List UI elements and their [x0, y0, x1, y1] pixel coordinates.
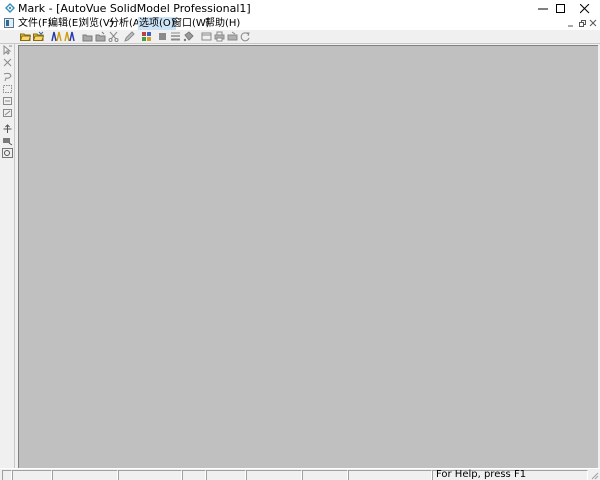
save-as-icon[interactable] [95, 31, 106, 42]
close-icon [580, 4, 590, 14]
main-toolbar [0, 30, 600, 44]
child-restore-icon[interactable] [578, 19, 587, 28]
child-minimize-icon[interactable] [567, 19, 576, 28]
drawing-canvas[interactable] [18, 45, 598, 468]
status-pane [12, 470, 52, 480]
select-arrow-alt-icon[interactable] [2, 45, 13, 55]
cut-icon[interactable] [108, 31, 119, 42]
line-style-icon[interactable] [170, 31, 181, 42]
crosshair-icon[interactable] [2, 124, 13, 134]
mark-icon[interactable] [51, 31, 62, 42]
zoom-window-icon[interactable] [2, 148, 13, 158]
menu-bar: 文件(F) 编辑(E) 浏览(V) 分析(A) 选项(O) 窗口(W) 帮助(H… [0, 17, 600, 30]
status-bar: For Help, press F1 [0, 468, 600, 480]
frame-icon[interactable] [201, 31, 212, 42]
open-folder-icon[interactable] [20, 31, 31, 42]
resize-grip-icon[interactable] [589, 470, 599, 480]
box-select-2-icon[interactable] [2, 108, 13, 118]
status-pane [182, 470, 206, 480]
box-select-icon[interactable] [2, 84, 13, 94]
child-close-icon[interactable] [589, 19, 598, 28]
left-toolbar [0, 30, 15, 468]
status-pane [2, 470, 12, 480]
status-pane [206, 470, 246, 480]
close-button[interactable] [570, 0, 600, 17]
box-select-alt-icon[interactable] [2, 96, 13, 106]
status-pane [52, 470, 118, 480]
maximize-icon [556, 4, 565, 13]
open-folder-alt-icon[interactable] [33, 31, 44, 42]
status-help-text: For Help, press F1 [436, 469, 527, 480]
zoom-icon[interactable] [2, 136, 13, 146]
title-bar[interactable]: Mark - [AutoVue SolidModel Professional1… [0, 0, 600, 17]
color-grid-icon[interactable] [141, 31, 152, 42]
bucket-icon[interactable] [183, 31, 194, 42]
rotate-icon[interactable] [240, 31, 251, 42]
select-cross-icon[interactable] [2, 57, 13, 67]
menu-help[interactable]: 帮助(H) [204, 17, 241, 30]
status-pane [302, 470, 348, 480]
mark-alt-icon[interactable] [64, 31, 75, 42]
status-pane [348, 470, 432, 480]
stamp-icon[interactable] [227, 31, 238, 42]
status-pane [246, 470, 302, 480]
app-logo-icon [5, 3, 15, 13]
fill-icon[interactable] [157, 31, 168, 42]
status-pane [118, 470, 182, 480]
print-icon[interactable] [214, 31, 225, 42]
window-title: Mark - [AutoVue SolidModel Professional1… [18, 2, 251, 15]
save-icon[interactable] [82, 31, 93, 42]
document-icon[interactable] [4, 18, 14, 28]
pen-icon[interactable] [124, 31, 135, 42]
lasso-icon[interactable] [2, 72, 13, 82]
